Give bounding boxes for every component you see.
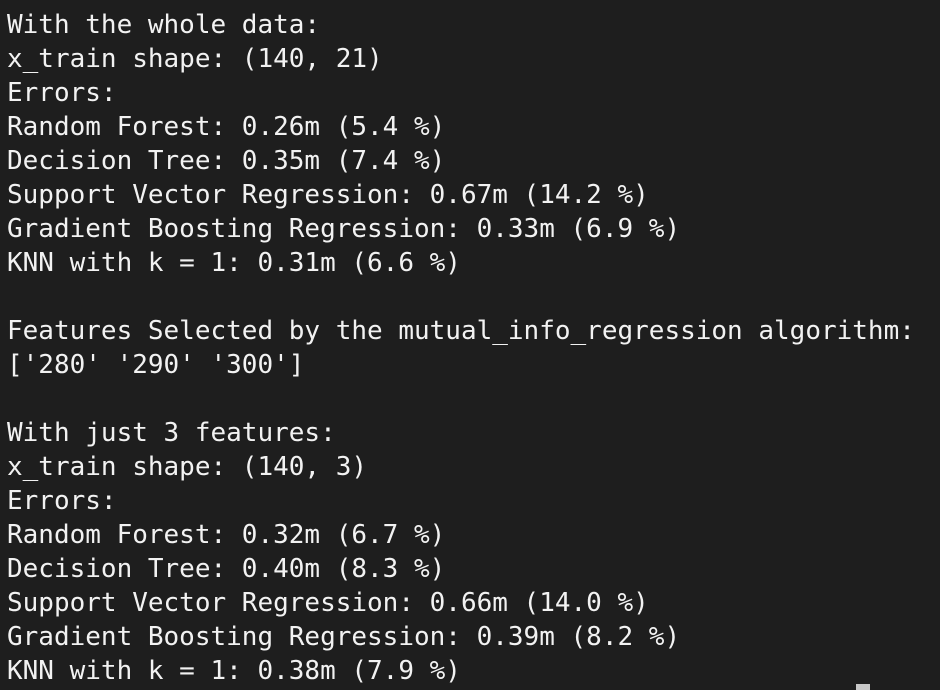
terminal-line: x_train shape: (140, 21) (7, 44, 383, 74)
terminal-line: KNN with k = 1: 0.31m (6.6 %) (7, 248, 461, 278)
terminal-line: Errors: (7, 486, 117, 516)
terminal-line: Errors: (7, 78, 117, 108)
terminal-line: Random Forest: 0.32m (6.7 %) (7, 520, 446, 550)
terminal-output[interactable]: With the whole data: x_train shape: (140… (7, 8, 940, 690)
terminal-line: Decision Tree: 0.40m (8.3 %) (7, 554, 446, 584)
terminal-line: x_train shape: (140, 3) (7, 452, 368, 482)
terminal-cursor (856, 684, 870, 690)
terminal-line: Support Vector Regression: 0.67m (14.2 %… (7, 180, 649, 210)
terminal-line: Gradient Boosting Regression: 0.33m (6.9… (7, 214, 681, 244)
terminal-line: Support Vector Regression: 0.66m (14.0 %… (7, 588, 649, 618)
terminal-line: Features Selected by the mutual_info_reg… (7, 316, 915, 346)
terminal-line: With the whole data: (7, 10, 321, 40)
terminal-line: Random Forest: 0.26m (5.4 %) (7, 112, 446, 142)
terminal-line: Gradient Boosting Regression: 0.39m (8.2… (7, 622, 681, 652)
terminal-line: KNN with k = 1: 0.38m (7.9 %) (7, 656, 461, 686)
terminal-line: Decision Tree: 0.35m (7.4 %) (7, 146, 446, 176)
terminal-line: ['280' '290' '300'] (7, 350, 305, 380)
terminal-line: With just 3 features: (7, 418, 336, 448)
